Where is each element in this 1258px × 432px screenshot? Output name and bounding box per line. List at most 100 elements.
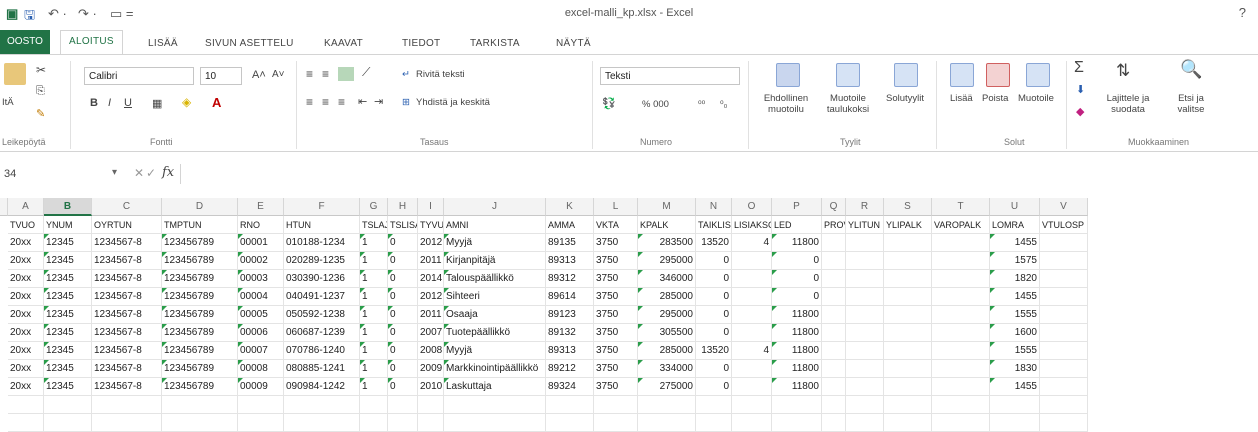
format-cells-icon[interactable] — [1026, 63, 1050, 87]
empty-cell[interactable] — [238, 396, 284, 414]
data-cell[interactable]: 285000 — [638, 288, 696, 306]
data-cell[interactable]: 283500 — [638, 234, 696, 252]
copy-icon[interactable]: ⎘ — [36, 85, 45, 98]
empty-cell[interactable] — [594, 396, 638, 414]
header-cell[interactable]: YNUM — [44, 216, 92, 234]
data-cell[interactable]: 010188-1234 — [284, 234, 360, 252]
empty-cell[interactable] — [162, 414, 238, 432]
data-cell[interactable]: 123456789 — [162, 378, 238, 396]
data-cell[interactable]: 0 — [388, 342, 418, 360]
column-header-q[interactable]: Q — [822, 198, 846, 216]
data-cell[interactable]: 0 — [772, 252, 822, 270]
data-cell[interactable] — [822, 306, 846, 324]
empty-cell[interactable] — [8, 396, 44, 414]
data-cell[interactable]: 3750 — [594, 252, 638, 270]
data-cell[interactable]: 3750 — [594, 360, 638, 378]
data-cell[interactable]: 20xx — [8, 342, 44, 360]
shrink-font-icon[interactable]: A˅ — [272, 69, 285, 80]
data-cell[interactable] — [822, 378, 846, 396]
header-cell[interactable]: KPALK — [638, 216, 696, 234]
font-name-combo[interactable]: Calibri — [84, 67, 194, 85]
data-cell[interactable]: 123456789 — [162, 252, 238, 270]
delete-cells-button[interactable]: Poista — [982, 93, 1008, 104]
header-cell[interactable]: PROV — [822, 216, 846, 234]
data-cell[interactable]: 123456789 — [162, 360, 238, 378]
data-cell[interactable]: 123456789 — [162, 288, 238, 306]
data-cell[interactable]: 89312 — [546, 270, 594, 288]
data-cell[interactable]: 20xx — [8, 360, 44, 378]
header-cell[interactable]: TSLAJ — [360, 216, 388, 234]
empty-cell[interactable] — [884, 414, 932, 432]
format-as-table-button[interactable]: Muotoile taulukoksi — [818, 93, 878, 115]
data-cell[interactable]: 090984-1242 — [284, 378, 360, 396]
data-cell[interactable]: 13520 — [696, 342, 732, 360]
data-cell[interactable]: 20xx — [8, 252, 44, 270]
column-header-m[interactable]: M — [638, 198, 696, 216]
header-cell[interactable]: RNO — [238, 216, 284, 234]
data-cell[interactable]: 00006 — [238, 324, 284, 342]
data-cell[interactable]: 11800 — [772, 234, 822, 252]
data-cell[interactable]: 030390-1236 — [284, 270, 360, 288]
data-cell[interactable] — [932, 252, 990, 270]
data-cell[interactable] — [822, 288, 846, 306]
data-cell[interactable]: 12345 — [44, 378, 92, 396]
data-cell[interactable]: 1555 — [990, 342, 1040, 360]
data-cell[interactable]: 020289-1235 — [284, 252, 360, 270]
empty-cell[interactable] — [884, 396, 932, 414]
data-cell[interactable]: 1 — [360, 360, 388, 378]
font-size-combo[interactable]: 10 — [200, 67, 242, 85]
column-header-f[interactable]: F — [284, 198, 360, 216]
formula-cancel-button[interactable]: ✕ — [134, 166, 144, 180]
data-cell[interactable]: 12345 — [44, 360, 92, 378]
data-cell[interactable]: 0 — [696, 360, 732, 378]
data-cell[interactable]: 12345 — [44, 234, 92, 252]
data-cell[interactable]: 00007 — [238, 342, 284, 360]
data-cell[interactable] — [1040, 306, 1088, 324]
empty-cell[interactable] — [638, 414, 696, 432]
number-format-combo[interactable]: Teksti — [600, 67, 740, 85]
data-cell[interactable]: 3750 — [594, 234, 638, 252]
data-cell[interactable]: 1455 — [990, 378, 1040, 396]
header-cell[interactable]: TAIKLIS — [696, 216, 732, 234]
empty-cell[interactable] — [932, 414, 990, 432]
data-cell[interactable] — [846, 324, 884, 342]
header-cell[interactable]: VAROPALK — [932, 216, 990, 234]
data-cell[interactable]: 1 — [360, 342, 388, 360]
data-cell[interactable] — [822, 270, 846, 288]
data-cell[interactable]: 11800 — [772, 360, 822, 378]
data-cell[interactable]: 0 — [388, 360, 418, 378]
data-cell[interactable] — [932, 234, 990, 252]
data-cell[interactable]: 0 — [696, 306, 732, 324]
data-cell[interactable] — [822, 360, 846, 378]
data-cell[interactable] — [932, 378, 990, 396]
align-top-icon[interactable]: ≡ — [306, 67, 313, 81]
data-cell[interactable]: 3750 — [594, 270, 638, 288]
empty-cell[interactable] — [772, 396, 822, 414]
name-box[interactable]: 34 — [0, 164, 120, 184]
empty-cell[interactable] — [546, 396, 594, 414]
data-cell[interactable]: Kirjanpitäjä — [444, 252, 546, 270]
align-bottom-icon[interactable] — [338, 67, 354, 81]
data-cell[interactable]: 1 — [360, 288, 388, 306]
data-cell[interactable]: 070786-1240 — [284, 342, 360, 360]
tab-nayta[interactable]: NÄYTÄ — [556, 38, 591, 49]
column-header-t[interactable]: T — [932, 198, 990, 216]
data-cell[interactable] — [732, 324, 772, 342]
data-cell[interactable] — [822, 234, 846, 252]
data-cell[interactable]: 00002 — [238, 252, 284, 270]
data-cell[interactable]: 00001 — [238, 234, 284, 252]
empty-cell[interactable] — [284, 414, 360, 432]
data-cell[interactable]: 1555 — [990, 306, 1040, 324]
data-cell[interactable]: 123456789 — [162, 324, 238, 342]
empty-cell[interactable] — [696, 414, 732, 432]
data-cell[interactable]: 0 — [696, 378, 732, 396]
empty-cell[interactable] — [418, 396, 444, 414]
align-center-icon[interactable]: ≡ — [322, 95, 329, 109]
data-cell[interactable]: 305500 — [638, 324, 696, 342]
header-cell[interactable]: TMPTUN — [162, 216, 238, 234]
data-cell[interactable]: 4 — [732, 234, 772, 252]
data-cell[interactable]: 080885-1241 — [284, 360, 360, 378]
data-cell[interactable] — [932, 306, 990, 324]
find-select-button[interactable]: Etsi ja valitse — [1166, 93, 1216, 115]
data-cell[interactable]: 2007 — [418, 324, 444, 342]
